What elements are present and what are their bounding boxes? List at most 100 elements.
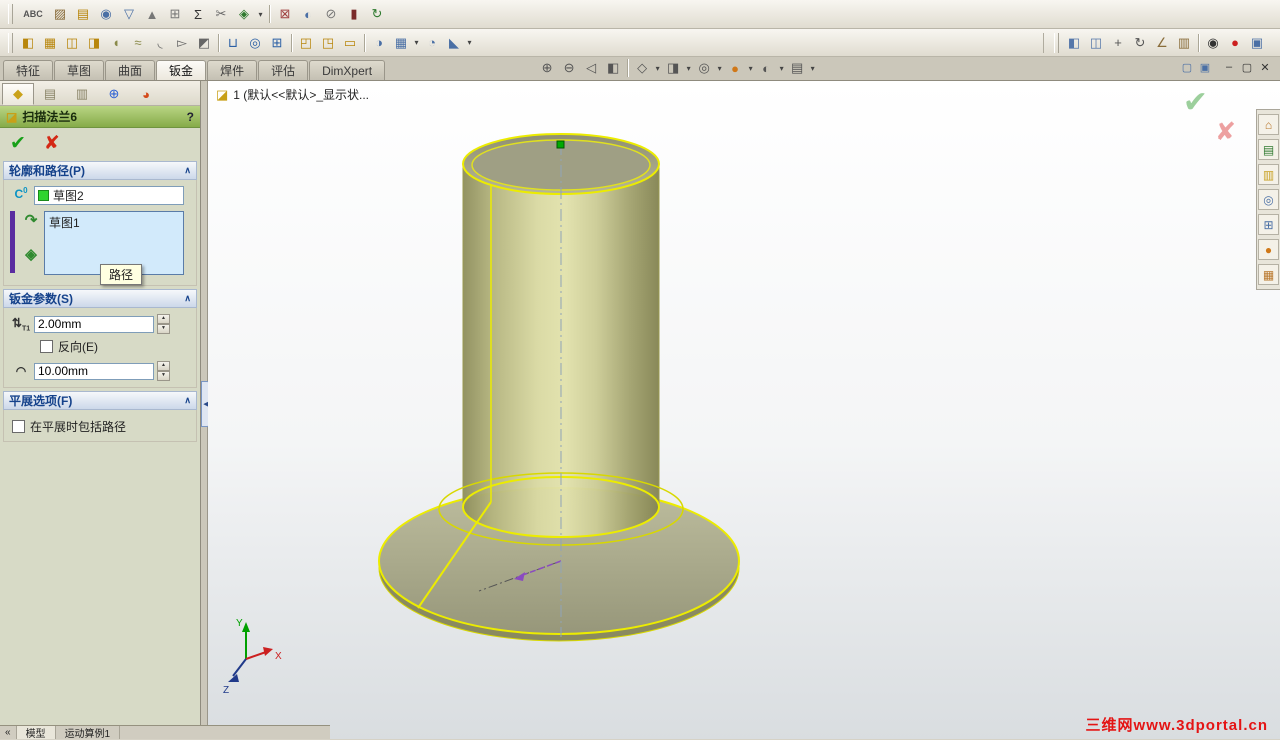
file-explorer-icon[interactable]: ▥: [1258, 164, 1279, 185]
trim-entities-icon[interactable]: ✂: [210, 4, 232, 24]
thickness-spin-up[interactable]: ▲: [157, 314, 170, 324]
collapse-chevron-icon[interactable]: ∧: [184, 395, 191, 406]
surface-finish-icon[interactable]: ▽: [118, 4, 140, 24]
command-tab-DimXpert[interactable]: DimXpert: [309, 60, 386, 80]
solidworks-resources-icon[interactable]: ⌂: [1258, 114, 1279, 135]
linear-pattern-icon-dropdown[interactable]: ▾: [412, 38, 421, 47]
record-video-icon[interactable]: ●: [1224, 33, 1246, 53]
close-button[interactable]: ✕: [1256, 57, 1274, 77]
spell-check-icon[interactable]: ABC: [18, 4, 48, 24]
minimize-button[interactable]: –: [1220, 57, 1238, 77]
section-view-icon[interactable]: ◧: [602, 58, 624, 78]
group-sheet-params-header[interactable]: 钣金参数(S) ∧: [3, 289, 197, 308]
extruded-cut-icon[interactable]: ⊔: [222, 33, 244, 53]
restore-button[interactable]: ▢: [1238, 57, 1256, 77]
edge-flange-icon[interactable]: ◫: [61, 33, 83, 53]
edit-appearance-icon[interactable]: ●: [724, 58, 746, 78]
chamfer-icon[interactable]: ◣: [443, 33, 465, 53]
thickness-input[interactable]: [34, 315, 154, 333]
search-icon[interactable]: ◎: [1258, 189, 1279, 210]
group-profile-path-header[interactable]: 轮廓和路径(P) ∧: [3, 161, 197, 180]
miter-flange-icon[interactable]: ◨: [83, 33, 105, 53]
feature-tree-flyout[interactable]: ◪ 1 (默认<<默认>_显示状...: [216, 86, 369, 103]
flatten-icon[interactable]: ▭: [339, 33, 361, 53]
command-tab-草图[interactable]: 草图: [54, 60, 105, 80]
chamfer-icon-dropdown[interactable]: ▾: [465, 38, 474, 47]
dimension-icon[interactable]: ⊠: [274, 4, 296, 24]
status-tab-模型[interactable]: 模型: [16, 726, 56, 740]
status-tab-运动算例1[interactable]: 运动算例1: [56, 726, 121, 740]
view-orientation-icon-dropdown[interactable]: ▾: [653, 64, 662, 73]
bar-display-icon[interactable]: ▮: [343, 4, 365, 24]
no-preview-icon[interactable]: ⊘: [320, 4, 342, 24]
vent-icon[interactable]: ⊞: [266, 33, 288, 53]
appearances-icon[interactable]: ●: [1258, 239, 1279, 260]
toolbar-drag-handle[interactable]: [8, 4, 13, 24]
view-settings-icon-dropdown[interactable]: ▾: [808, 64, 817, 73]
assembly-icon[interactable]: ◧: [1063, 33, 1085, 53]
display-style-icon[interactable]: ◨: [662, 58, 684, 78]
equation-sigma-icon[interactable]: Σ: [187, 4, 209, 24]
mirror-icon[interactable]: ◑: [368, 33, 390, 53]
status-collapse-button[interactable]: «: [0, 726, 17, 739]
toolbar-drag-handle[interactable]: [8, 32, 13, 53]
custom-properties-icon[interactable]: ▦: [1258, 264, 1279, 285]
apply-scene-icon-dropdown[interactable]: ▾: [777, 64, 786, 73]
rebuild-icon[interactable]: ↻: [366, 4, 388, 24]
property-manager-tab[interactable]: ▤: [34, 83, 66, 105]
view-orientation-icon[interactable]: ◇: [631, 58, 653, 78]
linear-pattern-icon[interactable]: ▦: [390, 33, 412, 53]
geometric-tolerance-icon[interactable]: ⊞: [164, 4, 186, 24]
profile-selection-field[interactable]: 草图2: [34, 186, 184, 205]
toolbar-drag-handle[interactable]: [1054, 32, 1059, 53]
previous-view-icon[interactable]: ◁: [580, 58, 602, 78]
view-settings-icon[interactable]: ▤: [786, 58, 808, 78]
window-tile-icon[interactable]: ▣: [1196, 57, 1214, 77]
zoom-fit-icon[interactable]: ⊕: [536, 58, 558, 78]
configuration-manager-tab[interactable]: ▥: [66, 83, 98, 105]
apply-scene-icon[interactable]: ◐: [755, 58, 777, 78]
zoom-area-icon[interactable]: ⊖: [558, 58, 580, 78]
feature-tree-root-label[interactable]: 1 (默认<<默认>_显示状...: [233, 86, 369, 103]
model-items-icon[interactable]: ◐: [297, 4, 319, 24]
model-3d-swept-flange[interactable]: Y X Z: [208, 81, 1280, 736]
command-tab-焊件[interactable]: 焊件: [207, 60, 258, 80]
command-tab-曲面[interactable]: 曲面: [105, 60, 156, 80]
window-cascade-icon[interactable]: ▢: [1178, 57, 1196, 77]
dimxpert-manager-tab[interactable]: ⊕: [98, 83, 130, 105]
note-icon[interactable]: ▤: [72, 4, 94, 24]
image-export-icon[interactable]: ▣: [1246, 33, 1268, 53]
jog-icon[interactable]: ≈: [127, 33, 149, 53]
weld-symbol-icon[interactable]: ▲: [141, 4, 163, 24]
format-painter-icon[interactable]: ▨: [49, 4, 71, 24]
hem-icon[interactable]: ◖: [105, 33, 127, 53]
collapse-chevron-icon[interactable]: ∧: [184, 293, 191, 304]
hide-show-items-icon-dropdown[interactable]: ▾: [715, 64, 724, 73]
fillet-icon[interactable]: ◔: [421, 33, 443, 53]
cross-break-icon[interactable]: ▻: [171, 33, 193, 53]
mass-properties-icon[interactable]: ▥: [1173, 33, 1195, 53]
reverse-direction-checkbox[interactable]: [40, 340, 53, 353]
swept-flange-icon[interactable]: ▦: [39, 33, 61, 53]
help-button[interactable]: ?: [187, 110, 194, 124]
thickness-spin-down[interactable]: ▼: [157, 324, 170, 334]
command-tab-特征[interactable]: 特征: [3, 60, 54, 80]
screen-capture-icon[interactable]: ◉: [1202, 33, 1224, 53]
include-path-checkbox[interactable]: [12, 420, 25, 433]
graphics-viewport[interactable]: ◪ 1 (默认<<默认>_显示状... ✔ ✘ ⌂ ▤ ▥ ◎ ⊞ ● ▦ Y …: [208, 81, 1280, 739]
bend-radius-spin-down[interactable]: ▼: [157, 371, 170, 381]
rotate-view-icon[interactable]: ↻: [1129, 33, 1151, 53]
base-flange-icon[interactable]: ◧: [17, 33, 39, 53]
drawing-icon[interactable]: ◫: [1085, 33, 1107, 53]
measure-icon[interactable]: ∠: [1151, 33, 1173, 53]
command-tab-评估[interactable]: 评估: [258, 60, 309, 80]
hide-show-items-icon[interactable]: ◎: [693, 58, 715, 78]
design-library-icon[interactable]: ▤: [1258, 139, 1279, 160]
cancel-button[interactable]: ✘: [44, 134, 60, 153]
confirm-check-icon[interactable]: ✔: [1183, 85, 1208, 120]
command-tab-钣金[interactable]: 钣金: [156, 60, 207, 80]
view-palette-icon[interactable]: ⊞: [1258, 214, 1279, 235]
confirm-cancel-icon[interactable]: ✘: [1215, 117, 1236, 147]
panel-splitter[interactable]: ◀: [201, 81, 211, 739]
pan-icon[interactable]: +: [1107, 33, 1129, 53]
